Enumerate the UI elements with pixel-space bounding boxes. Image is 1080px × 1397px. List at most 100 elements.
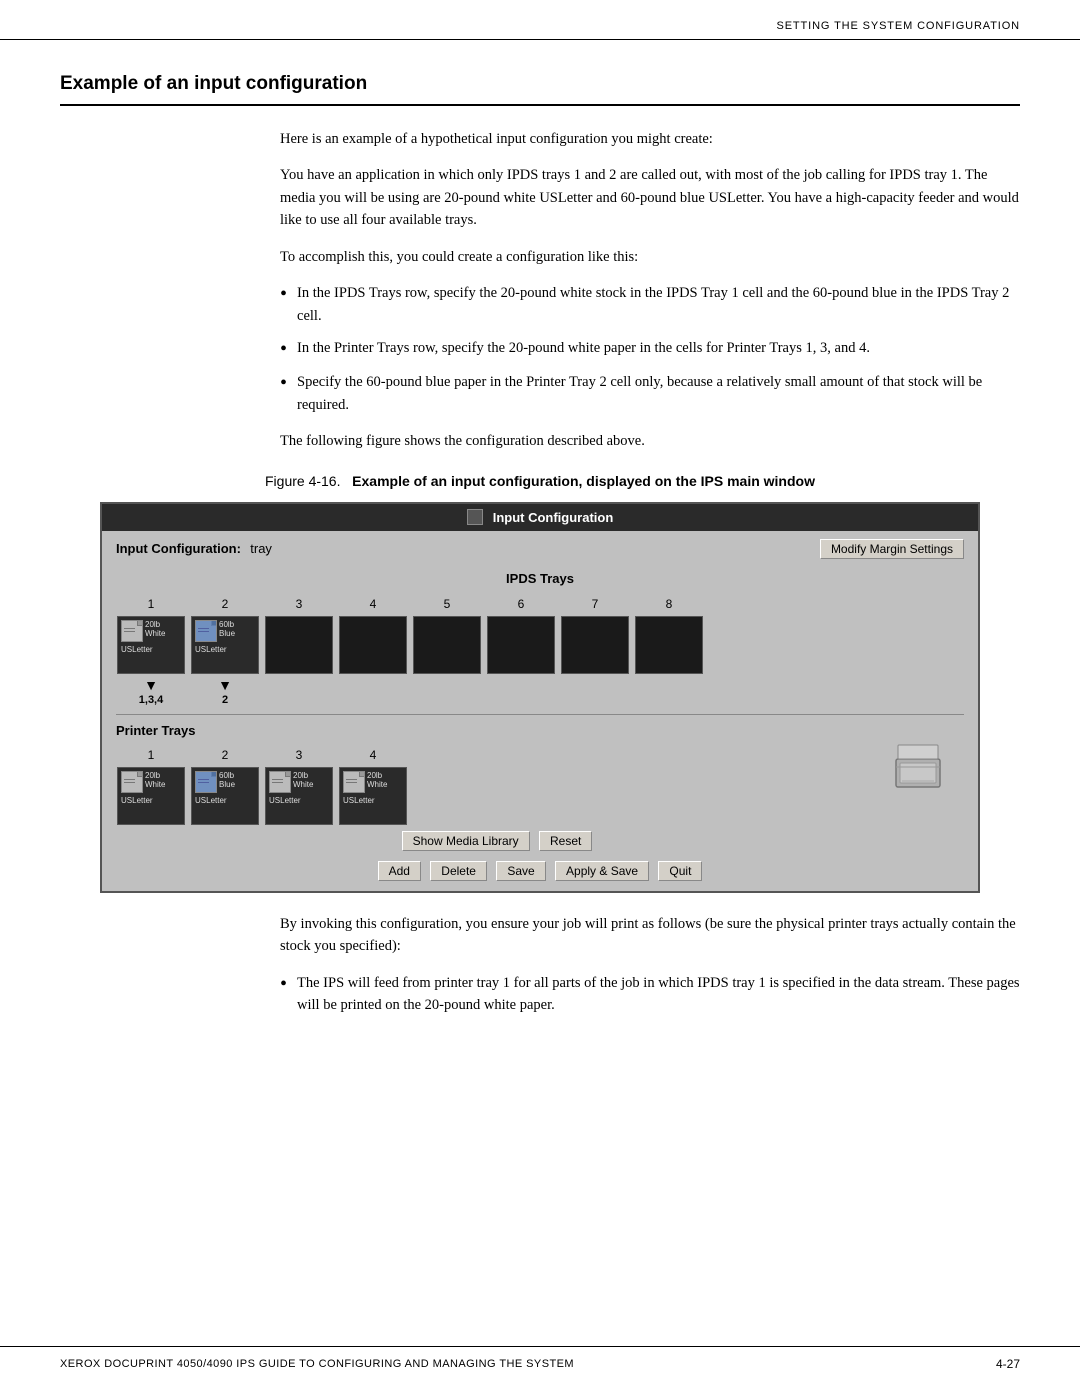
arrow-col-5 bbox=[412, 678, 482, 709]
arrow-down-icon: ▼ bbox=[218, 678, 232, 692]
dialog-body: Input Configuration: tray Modify Margin … bbox=[102, 531, 978, 891]
tray-num: 6 bbox=[518, 595, 525, 613]
input-config-value: tray bbox=[250, 541, 272, 556]
arrow-col-2: ▼ 2 bbox=[190, 678, 260, 709]
arrow-col-3 bbox=[264, 678, 334, 709]
tray-num: 8 bbox=[666, 595, 673, 613]
printer-trays-label: Printer Trays bbox=[116, 721, 878, 741]
list-item: • The IPS will feed from printer tray 1 … bbox=[280, 972, 1020, 1017]
arrow-col-1: ▼ 1,3,4 bbox=[116, 678, 186, 709]
bullet-text: In the Printer Trays row, specify the 20… bbox=[297, 337, 870, 359]
printer-tray-cell-4[interactable]: 20lb White USLetter bbox=[339, 767, 407, 825]
media-btn-row: Show Media Library Reset bbox=[116, 831, 878, 851]
divider bbox=[116, 714, 964, 715]
quit-button[interactable]: Quit bbox=[658, 861, 702, 881]
dialog-icon bbox=[467, 509, 483, 525]
ipds-tray-col-8: 8 bbox=[634, 595, 704, 674]
arrow-row: ▼ 1,3,4 ▼ 2 bbox=[116, 678, 964, 709]
printer-tray-cell-1[interactable]: 20lb White USLetter bbox=[117, 767, 185, 825]
arrow-col-4 bbox=[338, 678, 408, 709]
page-container: Setting the System Configuration Example… bbox=[0, 0, 1080, 1397]
ipds-tray-grid: 1 20 bbox=[116, 595, 964, 674]
save-button[interactable]: Save bbox=[496, 861, 545, 881]
printer-trays-section: Printer Trays 1 bbox=[116, 721, 878, 857]
ipds-tray-col-2: 2 60 bbox=[190, 595, 260, 674]
footer-left-text: Xerox DocuPrint 4050/4090 IPS Guide to C… bbox=[60, 1356, 574, 1373]
delete-button[interactable]: Delete bbox=[430, 861, 487, 881]
list-item: • Specify the 60-pound blue paper in the… bbox=[280, 371, 1020, 416]
bullet-dot: • bbox=[280, 371, 287, 395]
tray-num: 1 bbox=[148, 595, 155, 613]
figure-caption: Figure 4-16. Example of an input configu… bbox=[60, 471, 1020, 492]
tray-num: 5 bbox=[444, 595, 451, 613]
printer-tray-grid: 1 bbox=[116, 746, 878, 825]
arrow-col-6 bbox=[486, 678, 556, 709]
arrow-label: 1,3,4 bbox=[139, 692, 163, 709]
dialog-title: Input Configuration bbox=[493, 508, 614, 528]
dialog-box: Input Configuration Input Configuration:… bbox=[100, 502, 980, 893]
tray-num: 3 bbox=[296, 746, 303, 764]
ipds-trays-label: IPDS Trays bbox=[116, 569, 964, 589]
arrow-label: 2 bbox=[222, 692, 228, 709]
tray-num: 2 bbox=[222, 746, 229, 764]
ipds-tray-col-4: 4 bbox=[338, 595, 408, 674]
printer-tray-col-4: 4 bbox=[338, 746, 408, 825]
tray-num: 3 bbox=[296, 595, 303, 613]
body-text-area: Here is an example of a hypothetical inp… bbox=[280, 128, 1020, 453]
tray-num: 7 bbox=[592, 595, 599, 613]
section-heading: Example of an input configuration bbox=[60, 70, 1020, 107]
intro-para: Here is an example of a hypothetical inp… bbox=[280, 128, 1020, 150]
bullet-text: Specify the 60-pound blue paper in the P… bbox=[297, 371, 1020, 416]
list-item: • In the IPDS Trays row, specify the 20-… bbox=[280, 282, 1020, 327]
ipds-tray-cell-3[interactable] bbox=[265, 616, 333, 674]
ipds-tray-col-6: 6 bbox=[486, 595, 556, 674]
arrow-col-8 bbox=[634, 678, 704, 709]
input-config-row: Input Configuration: tray bbox=[116, 539, 272, 559]
dialog-titlebar: Input Configuration bbox=[102, 504, 978, 532]
ipds-tray-cell-1[interactable]: 20lb White USLetter bbox=[117, 616, 185, 674]
show-media-library-button[interactable]: Show Media Library bbox=[402, 831, 530, 851]
printer-tray-col-1: 1 bbox=[116, 746, 186, 825]
printer-tray-col-3: 3 bbox=[264, 746, 334, 825]
tray-num: 4 bbox=[370, 595, 377, 613]
bullet-list: • In the IPDS Trays row, specify the 20-… bbox=[280, 282, 1020, 416]
main-content: Example of an input configuration Here i… bbox=[0, 40, 1080, 1061]
lower-para: By invoking this configuration, you ensu… bbox=[280, 913, 1020, 958]
bullet-dot: • bbox=[280, 282, 287, 306]
figure-intro-para: The following figure shows the configura… bbox=[280, 430, 1020, 452]
printer-tray-cell-3[interactable]: 20lb White USLetter bbox=[265, 767, 333, 825]
ipds-tray-cell-2[interactable]: 60lb Blue USLetter bbox=[191, 616, 259, 674]
header-text: Setting the System Configuration bbox=[777, 18, 1021, 35]
list-item: • In the Printer Trays row, specify the … bbox=[280, 337, 1020, 361]
bullet-dot: • bbox=[280, 972, 287, 996]
dialog-top-row: Input Configuration: tray Modify Margin … bbox=[116, 539, 964, 559]
lower-bullet-list: • The IPS will feed from printer tray 1 … bbox=[280, 972, 1020, 1017]
ipds-tray-cell-5[interactable] bbox=[413, 616, 481, 674]
ipds-tray-cell-8[interactable] bbox=[635, 616, 703, 674]
context-para: You have an application in which only IP… bbox=[280, 164, 1020, 231]
page-footer: Xerox DocuPrint 4050/4090 IPS Guide to C… bbox=[0, 1346, 1080, 1373]
ipds-tray-col-1: 1 20 bbox=[116, 595, 186, 674]
printer-tray-cell-2[interactable]: 60lb Blue USLetter bbox=[191, 767, 259, 825]
tray-num: 2 bbox=[222, 595, 229, 613]
ipds-tray-cell-4[interactable] bbox=[339, 616, 407, 674]
accomplish-para: To accomplish this, you could create a c… bbox=[280, 246, 1020, 268]
output-tray-icon bbox=[892, 739, 944, 791]
lower-body: By invoking this configuration, you ensu… bbox=[280, 913, 1020, 1017]
reset-button[interactable]: Reset bbox=[539, 831, 592, 851]
arrow-col-7 bbox=[560, 678, 630, 709]
page-header: Setting the System Configuration bbox=[0, 0, 1080, 40]
bullet-text: The IPS will feed from printer tray 1 fo… bbox=[297, 972, 1020, 1017]
basket-svg bbox=[892, 739, 944, 791]
add-button[interactable]: Add bbox=[378, 861, 421, 881]
ipds-tray-cell-6[interactable] bbox=[487, 616, 555, 674]
bullet-dot: • bbox=[280, 337, 287, 361]
apply-save-button[interactable]: Apply & Save bbox=[555, 861, 649, 881]
ipds-tray-col-7: 7 bbox=[560, 595, 630, 674]
bullet-text: In the IPDS Trays row, specify the 20-po… bbox=[297, 282, 1020, 327]
ipds-tray-cell-7[interactable] bbox=[561, 616, 629, 674]
arrow-down-icon: ▼ bbox=[144, 678, 158, 692]
tray-num: 1 bbox=[148, 746, 155, 764]
modify-margin-button[interactable]: Modify Margin Settings bbox=[820, 539, 964, 559]
figure-number: Figure 4-16. bbox=[265, 473, 340, 489]
